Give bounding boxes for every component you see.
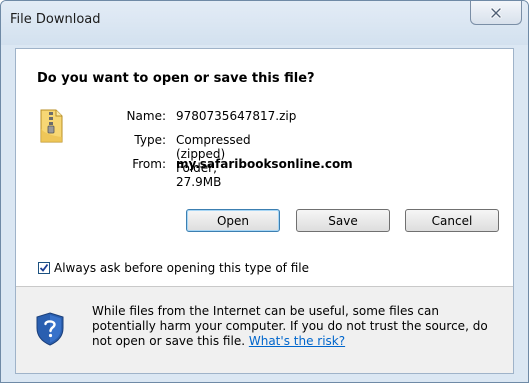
- from-value: my.safaribooksonline.com: [176, 157, 353, 171]
- name-label: Name:: [126, 109, 166, 123]
- always-ask-option[interactable]: Always ask before opening this type of f…: [38, 261, 309, 275]
- security-shield-icon: [36, 312, 64, 346]
- whats-the-risk-link[interactable]: What's the risk?: [249, 334, 345, 348]
- dialog-question: Do you want to open or save this file?: [37, 71, 315, 86]
- window-title: File Download: [10, 12, 101, 27]
- security-warning: While files from the Internet can be use…: [16, 287, 513, 373]
- checkmark-icon: [39, 263, 49, 272]
- name-value: 9780735647817.zip: [176, 109, 297, 123]
- open-button[interactable]: Open: [186, 209, 280, 232]
- always-ask-checkbox[interactable]: [38, 262, 50, 274]
- from-label: From:: [132, 157, 166, 171]
- dialog-content: Do you want to open or save this file? N…: [15, 48, 514, 374]
- title-bar: File Download: [1, 1, 528, 45]
- file-download-dialog: File Download Do you want to open or sav…: [0, 0, 529, 383]
- close-button[interactable]: [470, 1, 522, 25]
- always-ask-label: Always ask before opening this type of f…: [54, 261, 309, 275]
- warning-message: While files from the Internet can be use…: [92, 304, 502, 349]
- type-label: Type:: [134, 133, 166, 147]
- save-button[interactable]: Save: [296, 209, 390, 232]
- cancel-button[interactable]: Cancel: [405, 209, 499, 232]
- zip-folder-icon: [40, 109, 63, 143]
- close-icon: [490, 7, 502, 18]
